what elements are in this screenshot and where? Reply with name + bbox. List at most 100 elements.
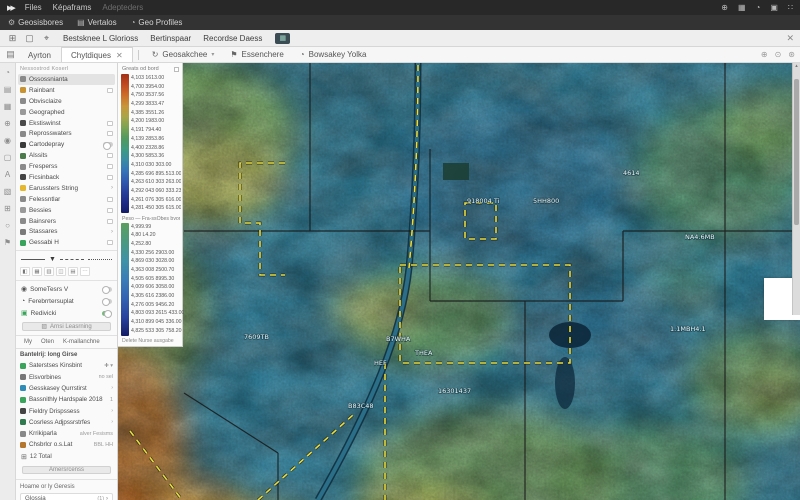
menu-files[interactable]: Files [25, 3, 42, 12]
layer-item-bessies[interactable]: Bessies [16, 205, 117, 216]
profiles-menu[interactable]: ◔ Geo Profiles [131, 18, 183, 27]
layer-item-gessabi-h[interactable]: Gessabi H [16, 237, 117, 248]
settings-menu[interactable]: ⚙ Geosisbores [8, 18, 63, 27]
hatch-icon[interactable]: ▧ [4, 187, 12, 196]
flag-action[interactable]: ⚑ Essenchere [222, 48, 291, 61]
visibility-checkbox[interactable] [107, 131, 113, 137]
settings-small-icon[interactable]: ⊛ [788, 50, 795, 59]
line-style-dashed[interactable] [59, 259, 84, 261]
history-icon[interactable]: ◔ [5, 68, 10, 77]
close-tab-icon[interactable]: ✕ [116, 51, 123, 60]
chevron-right-icon[interactable]: › [111, 185, 113, 191]
layer-item-alssits[interactable]: Alssits [16, 150, 117, 161]
toolbar-button-bertinspaar[interactable]: Bertinspaar [145, 33, 196, 44]
pen-icon[interactable]: ▼ [49, 256, 56, 263]
chevron-right-icon[interactable]: › [111, 229, 113, 235]
layer-item-earussters-string[interactable]: Earussters String › [16, 183, 117, 194]
layers-action-button[interactable]: ▨ Arnsi Leasrning [22, 322, 111, 332]
selection-item-elsvorbines[interactable]: Elsvorbines no sel [16, 372, 117, 383]
toggle-item-redivicki[interactable]: ▣ Redivicki [16, 307, 117, 319]
panel-tab-oten[interactable]: Oten [38, 338, 57, 346]
tab-ayrton[interactable]: Ayrton [18, 47, 61, 62]
toggle-switch[interactable] [102, 298, 112, 307]
panel-tab-my[interactable]: My [21, 338, 35, 346]
visibility-checkbox[interactable] [107, 196, 113, 202]
style-bars-icon[interactable]: ▥ [44, 267, 54, 277]
layers-menu[interactable]: ▤ Vertalos [77, 18, 116, 27]
annotate-icon[interactable]: A [5, 170, 10, 179]
selection-action-button[interactable]: Amersrcenss [22, 465, 111, 474]
add-icon[interactable]: ⊕ [4, 119, 11, 128]
menu-adepteders[interactable]: Adepteders [102, 3, 143, 12]
panel-tab-k-mallanchne[interactable]: K-mallanchne [60, 338, 103, 346]
selection-item-chsbrlcr-o-s-lat[interactable]: Chsbrlcr o.s.Lat BBL HH [16, 439, 117, 450]
frame-tool-icon[interactable]: ▢ [23, 32, 36, 45]
scrollbar-up-icon[interactable]: ▴ [793, 63, 800, 70]
selection-item-cosrless-adjpssrstrfes[interactable]: Cosrless Adjpssrstrfes › [16, 417, 117, 428]
visibility-checkbox[interactable] [107, 240, 113, 246]
basemap-dropdown[interactable]: ↻ Geosakchee ▾ [144, 48, 223, 61]
selection-item-fieldry-drispssess[interactable]: Fieldry Drispssess › [16, 405, 117, 416]
box-icon[interactable]: ▢ [4, 153, 12, 162]
locate-icon[interactable]: ⊙ [775, 50, 782, 59]
toggle-item-sometesrs-v[interactable]: ◉ SomeTesrs V [16, 283, 117, 295]
visibility-checkbox[interactable] [107, 207, 113, 213]
visibility-checkbox[interactable] [107, 120, 113, 126]
visibility-checkbox[interactable] [107, 164, 113, 170]
close-icon[interactable]: ✕ [786, 33, 794, 44]
visibility-checkbox[interactable] [107, 218, 113, 224]
layer-item-rainbant[interactable]: Rainbant [16, 85, 117, 96]
layer-item-ficsinback[interactable]: Ficsinback [16, 172, 117, 183]
visibility-checkbox[interactable] [107, 174, 113, 180]
extensions-icon[interactable]: ⊕ [721, 3, 728, 12]
toggle-item-ferebrrtersuplat[interactable]: ◔ Ferebrrtersuplat [16, 295, 117, 307]
layer-item-felessntlar[interactable]: Felessntlar [16, 194, 117, 205]
flag-icon[interactable]: ⚑ [4, 238, 11, 247]
layer-item-obvisclaize[interactable]: Obvisclaize [16, 96, 117, 107]
overlay-action[interactable]: ◔ Bowsakey Yolka [292, 48, 375, 61]
visibility-checkbox[interactable] [107, 153, 113, 159]
tab-chytdiques[interactable]: Chytdiques ✕ [60, 47, 133, 62]
selection-item-gesskasey-qurrstirst[interactable]: Gesskasey Qurrstirst › [16, 383, 117, 394]
visibility-checkbox[interactable] [107, 87, 113, 93]
style-rows-icon[interactable]: ▤ [68, 267, 78, 277]
style-split-icon[interactable]: ◫ [56, 267, 66, 277]
line-style-solid[interactable] [21, 259, 46, 261]
selection-item-krrikiparla[interactable]: Krrikiparla alver Fesisms [16, 428, 117, 439]
layer-item-cartodepray[interactable]: Cartodepray [16, 139, 117, 150]
select-tool-icon[interactable]: ⊞ [6, 32, 19, 45]
table-icon[interactable]: ⊞ [4, 204, 11, 213]
layer-item-ekstiswinst[interactable]: Ekstiswinst [16, 118, 117, 129]
scrollbar-thumb[interactable] [794, 79, 799, 225]
circle-icon[interactable]: ○ [5, 221, 10, 230]
raster-icon[interactable]: ▦ [4, 102, 12, 111]
accordion-glossia[interactable]: Glossia (1) › [20, 493, 113, 500]
tab-list-icon[interactable]: ▤ [3, 49, 18, 60]
toolbar-button-recordse-daess[interactable]: Recordse Daess [198, 33, 267, 44]
toolbar-button-bestsknee-l-glorioss[interactable]: Bestsknee L Glorioss [58, 33, 143, 44]
selection-item-saterstses-kinsbint[interactable]: Saterstses Kinsbint ✚ ▾ [16, 360, 117, 371]
panel-icon[interactable]: ▣ [770, 3, 778, 12]
line-style-dotted[interactable] [87, 259, 112, 261]
map-canvas[interactable]: 918004 Ti 5HH800 4614 NA4.6MB 1.1MBH4.1 7609T… [118, 63, 800, 500]
toggle-switch[interactable] [102, 286, 112, 295]
style-grid-icon[interactable]: ▦ [32, 267, 42, 277]
style-solid-icon[interactable]: ◧ [20, 267, 30, 277]
zoom-in-icon[interactable]: ⊕ [761, 50, 768, 59]
selection-item-bassnithly-hardspale-2018[interactable]: Bassnithly Hardspale 2018 1 [16, 394, 117, 405]
menu-k-paframs[interactable]: Képaframs [53, 3, 92, 12]
style-more-icon[interactable]: ⋯ [80, 267, 90, 277]
layer-toggle[interactable] [103, 141, 113, 150]
map-scrollbar[interactable]: ▴ [792, 63, 800, 315]
layers-icon[interactable]: ▤ [4, 85, 12, 94]
more-icon[interactable]: ∷ [788, 3, 793, 12]
clock-icon[interactable]: ◔ [756, 3, 761, 12]
target-icon[interactable]: ◉ [4, 136, 11, 145]
map-chip-icon[interactable]: ▦ [275, 32, 291, 44]
toggle-switch[interactable] [102, 310, 112, 319]
layer-item-fresperss[interactable]: Fresperss [16, 161, 117, 172]
layer-item-bainsrers[interactable]: Bainsrers [16, 216, 117, 227]
legend-checkbox[interactable] [174, 66, 179, 72]
legend-footer-link[interactable]: Delete Nurse ausgabe [121, 336, 180, 344]
grid-icon[interactable]: ▦ [738, 3, 746, 12]
